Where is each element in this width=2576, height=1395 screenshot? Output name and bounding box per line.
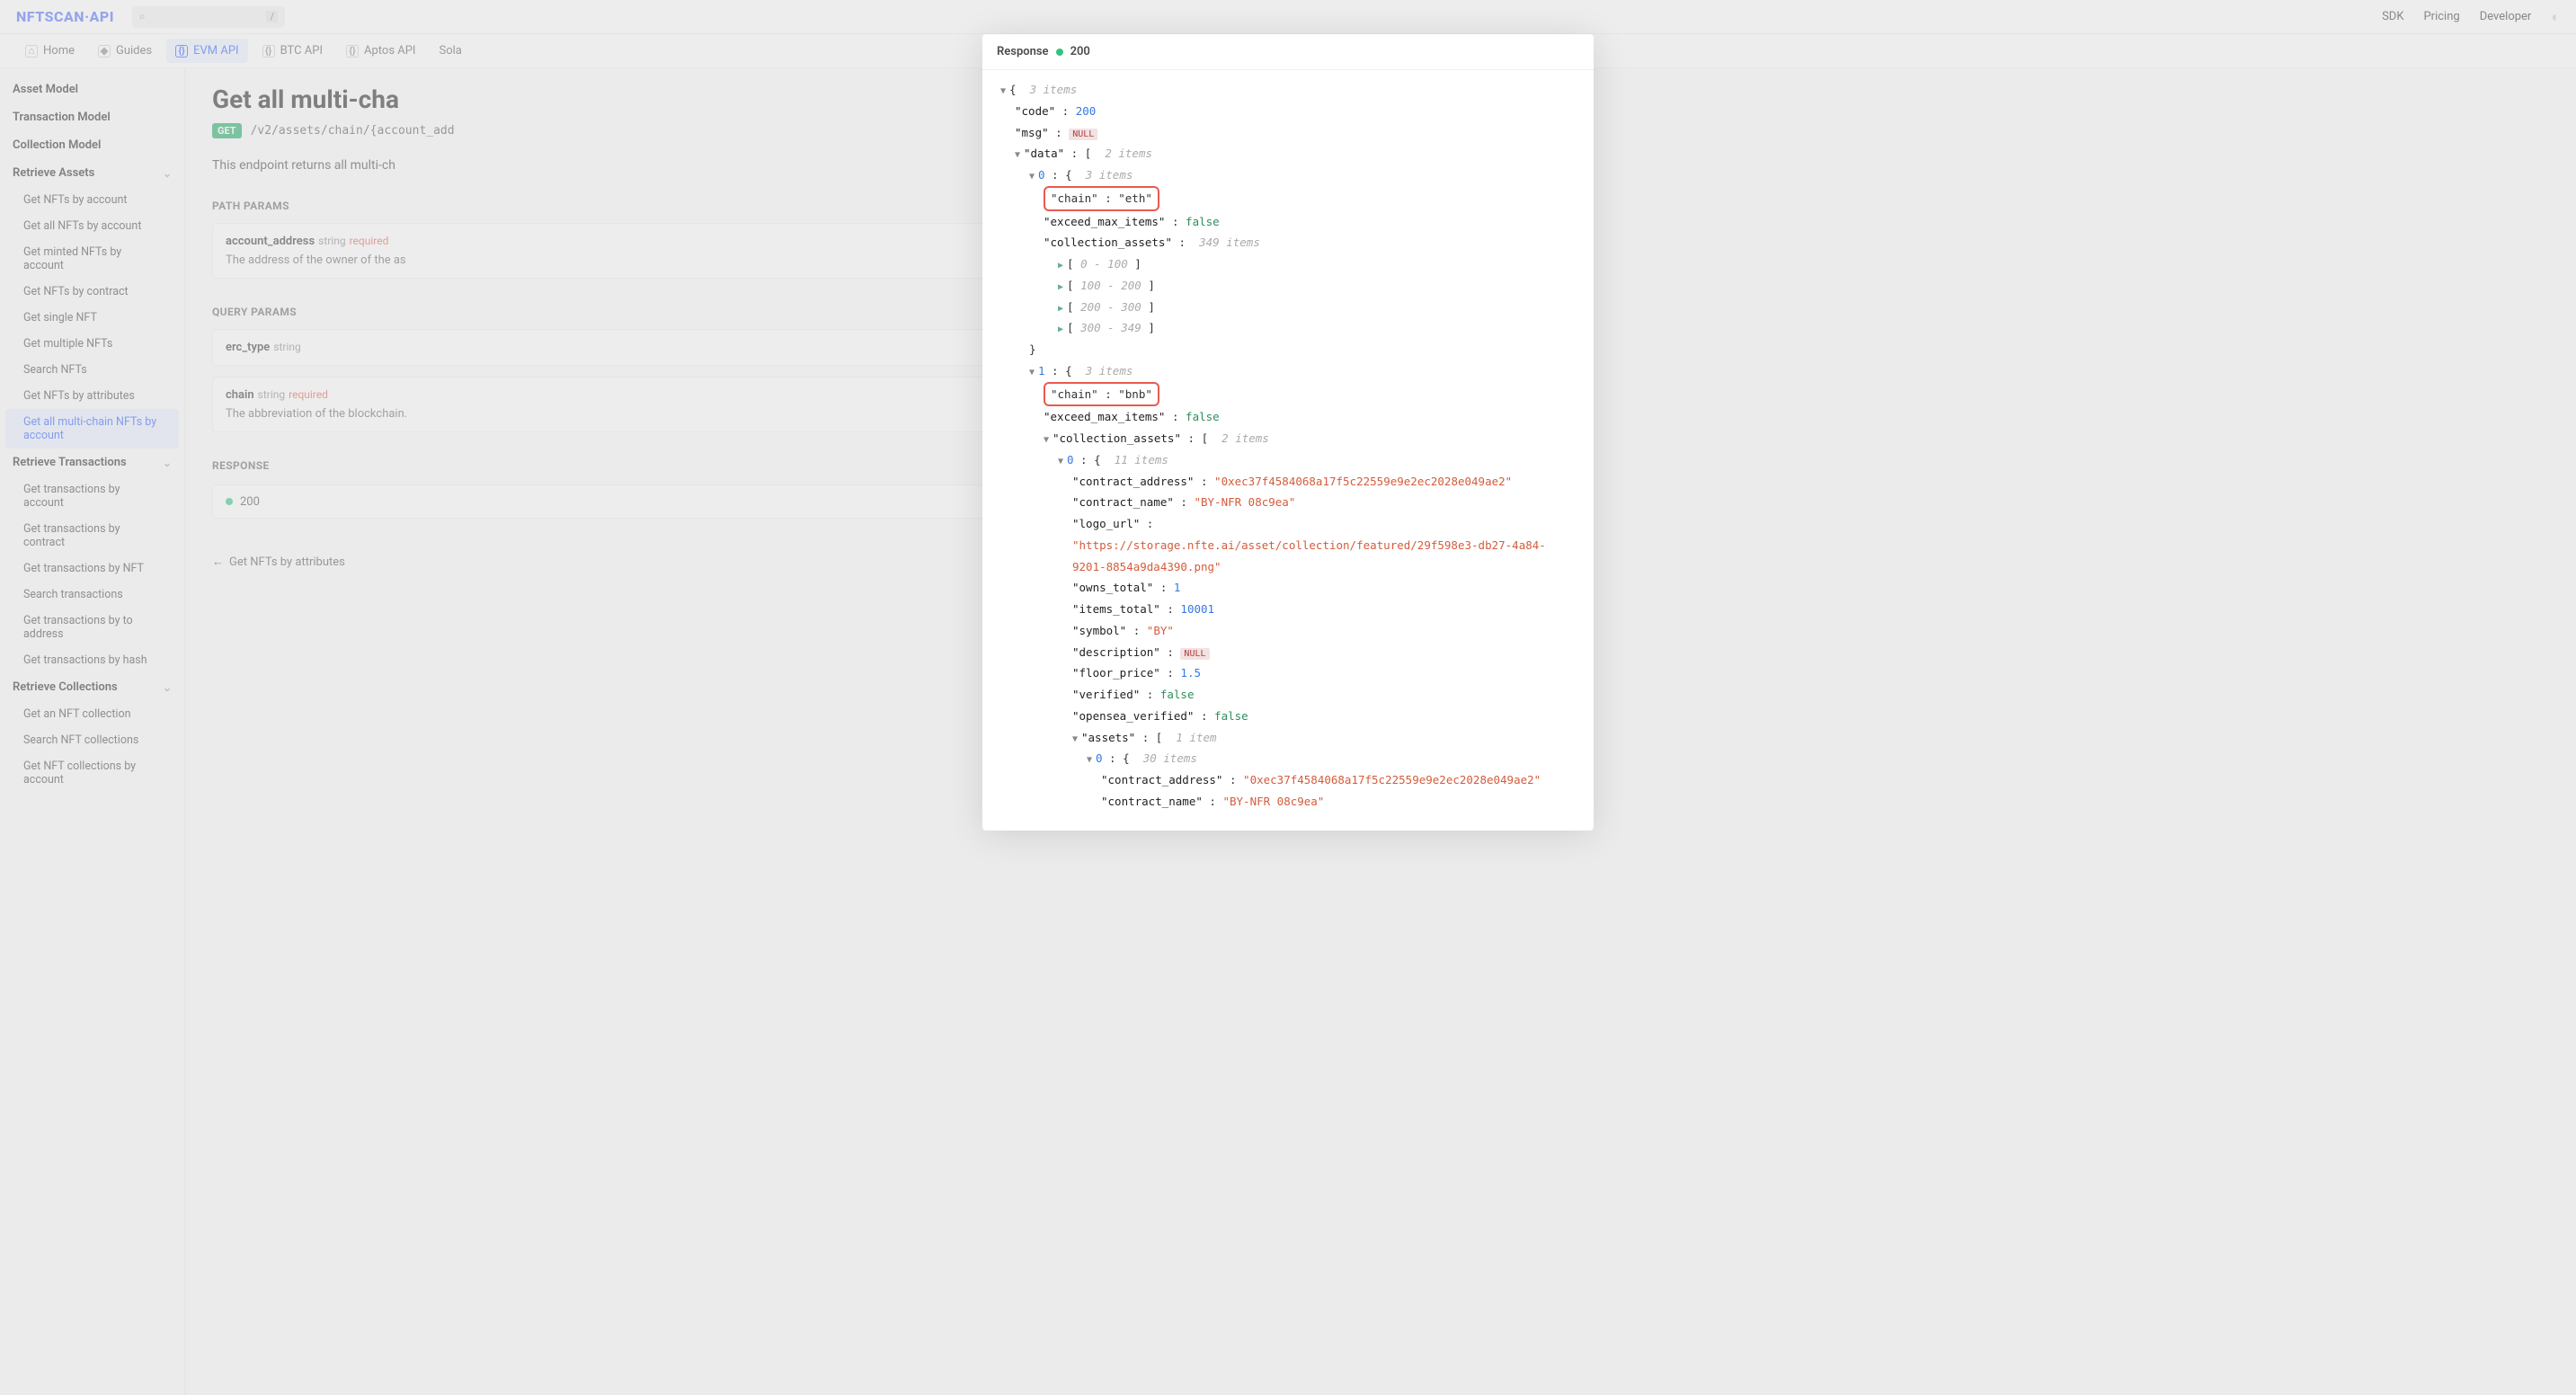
modal-overlay[interactable]: Response200 ▼{ 3 items"code" : 200"msg" … bbox=[0, 0, 2576, 1395]
status-dot-icon bbox=[1056, 49, 1063, 56]
response-modal: Response200 ▼{ 3 items"code" : 200"msg" … bbox=[982, 34, 1594, 831]
